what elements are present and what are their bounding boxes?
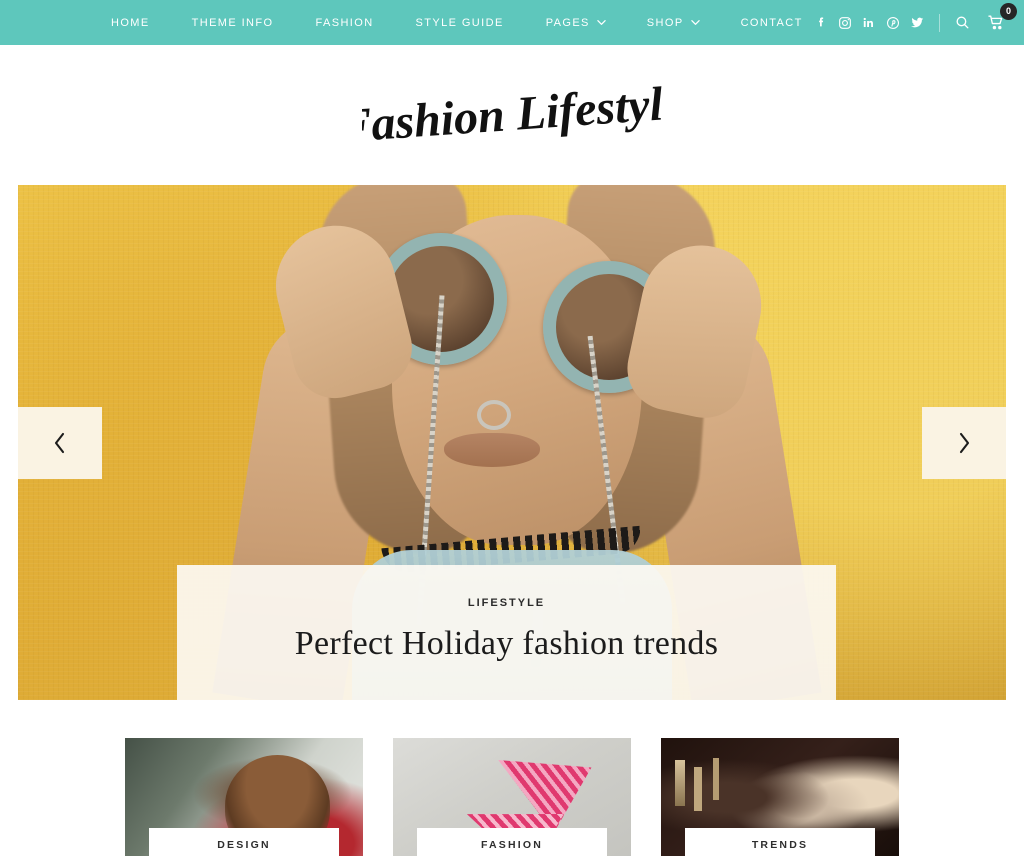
chevron-left-icon: [54, 432, 65, 453]
cart-icon[interactable]: 0: [984, 2, 1017, 35]
top-navigation-bar: HOME THEME INFO FASHION STYLE GUIDE PAGE…: [0, 0, 1024, 45]
hero-slider: LIFESTYLE Perfect Holiday fashion trends: [18, 185, 1006, 700]
social-links: [811, 13, 931, 33]
category-card[interactable]: TRENDS: [661, 738, 899, 856]
cart-count-badge: 0: [1000, 2, 1017, 20]
linkedin-icon[interactable]: [859, 13, 879, 33]
chevron-down-icon: [690, 18, 700, 26]
card-label[interactable]: DESIGN: [149, 828, 339, 856]
card-label[interactable]: TRENDS: [685, 828, 875, 856]
category-card-row: DESIGN FASHION TRENDS: [0, 738, 1024, 856]
hero-title-link[interactable]: Perfect Holiday fashion trends: [177, 625, 836, 663]
nav-item-label: FASHION: [315, 16, 374, 29]
nose-ring-icon: [477, 400, 511, 430]
nav-item-label: PAGES: [545, 16, 590, 29]
nav-item-style-guide[interactable]: STYLE GUIDE: [416, 17, 504, 29]
hero-caption-box: LIFESTYLE Perfect Holiday fashion trends: [177, 565, 836, 700]
nav-item-pages[interactable]: PAGES: [545, 16, 606, 29]
navbar-utilities: 0: [811, 0, 1017, 45]
nav-item-contact[interactable]: CONTACT: [741, 17, 803, 29]
nav-item-label: SHOP: [646, 16, 684, 29]
nav-item-fashion[interactable]: FASHION: [315, 17, 373, 29]
model-lips: [444, 433, 540, 467]
navbar-divider: [939, 13, 940, 32]
search-icon[interactable]: [950, 11, 974, 35]
site-logo[interactable]: Fashion Lifestyle: [0, 45, 1024, 185]
nav-item-label: HOME: [111, 16, 150, 29]
nav-item-label: STYLE GUIDE: [415, 16, 504, 29]
primary-menu: HOME THEME INFO FASHION STYLE GUIDE PAGE…: [111, 17, 803, 29]
nav-item-shop[interactable]: SHOP: [646, 16, 700, 29]
nav-item-home[interactable]: HOME: [111, 17, 150, 29]
chevron-right-icon: [959, 432, 970, 453]
category-card[interactable]: DESIGN: [125, 738, 363, 856]
twitter-icon[interactable]: [907, 13, 927, 33]
chevron-down-icon: [597, 18, 606, 26]
nav-item-label: THEME INFO: [191, 16, 274, 29]
carousel-prev-button[interactable]: [18, 406, 102, 479]
pinterest-icon[interactable]: [883, 13, 903, 33]
nav-item-label: CONTACT: [740, 16, 803, 29]
card-label[interactable]: FASHION: [417, 828, 607, 856]
instagram-icon[interactable]: [835, 13, 855, 33]
site-logo-text: Fashion Lifestyle: [362, 78, 662, 152]
nav-item-theme-info[interactable]: THEME INFO: [192, 17, 274, 29]
facebook-icon[interactable]: [811, 13, 831, 33]
hero-category-link[interactable]: LIFESTYLE: [177, 597, 836, 609]
carousel-next-button[interactable]: [922, 406, 1006, 479]
category-card[interactable]: FASHION: [393, 738, 631, 856]
site-logo-wordmark: Fashion Lifestyle: [362, 78, 662, 152]
